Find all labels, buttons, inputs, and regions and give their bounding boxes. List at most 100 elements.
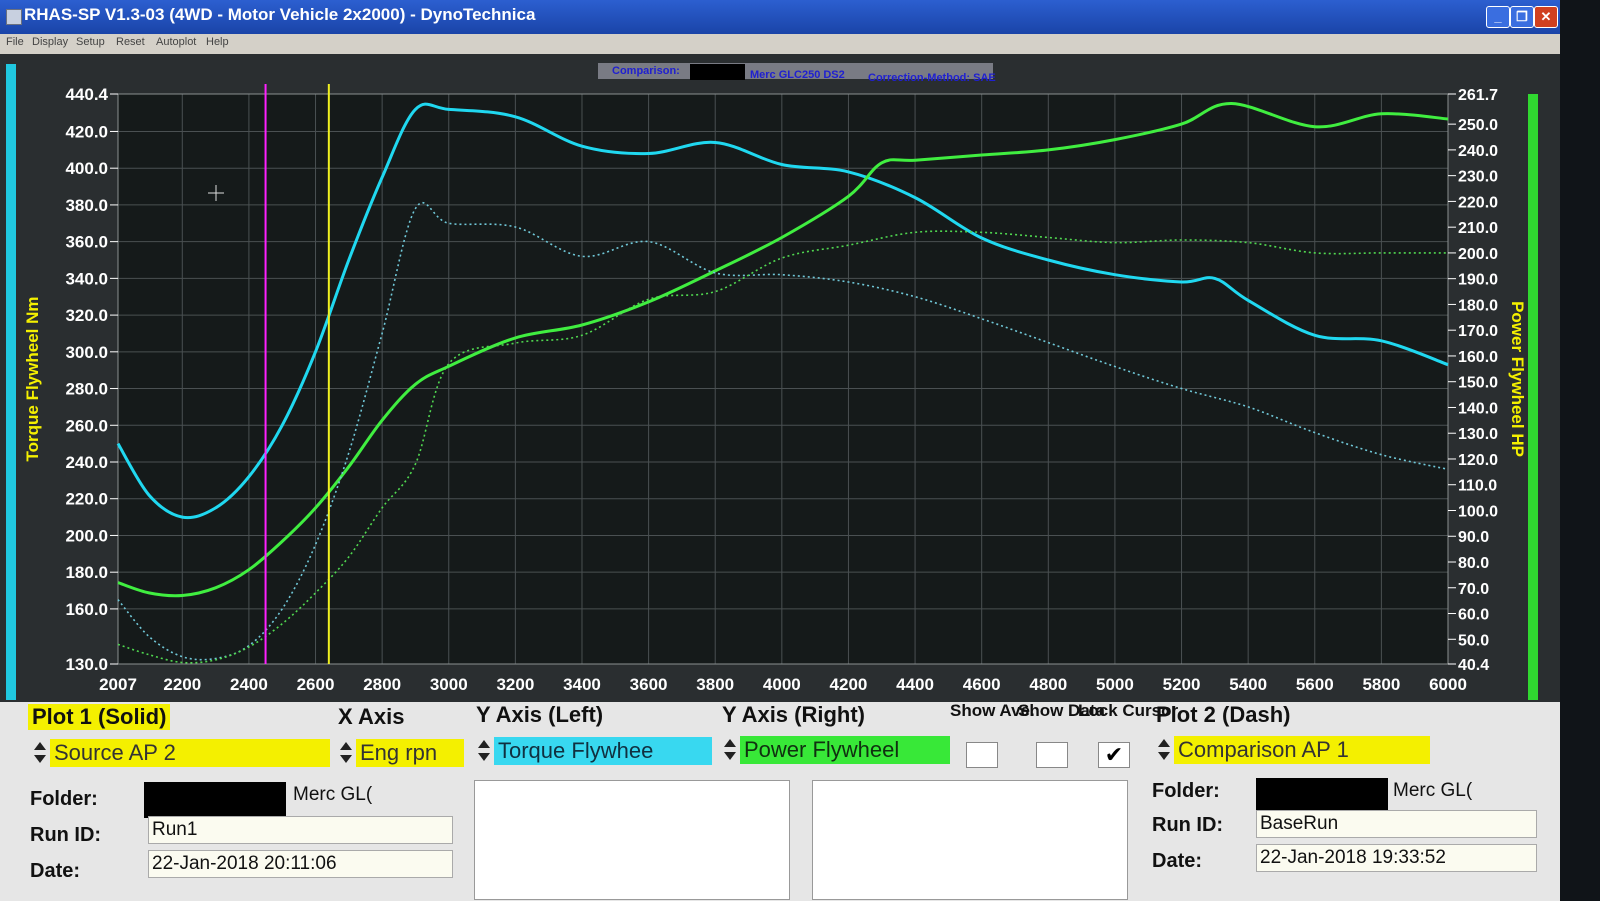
x-tick-label: 5000 <box>1096 675 1134 694</box>
x-tick-label: 4600 <box>963 675 1001 694</box>
y-left-tick-label: 280.0 <box>65 380 108 399</box>
x-tick-label: 5600 <box>1296 675 1334 694</box>
y-left-tick-label: 440.4 <box>65 85 108 104</box>
x-tick-label: 5400 <box>1229 675 1267 694</box>
plot1-folder-redaction <box>144 782 286 818</box>
lock-cursor-checkbox[interactable]: ✔ <box>1098 742 1130 768</box>
plot1-notes-box[interactable] <box>474 780 790 900</box>
y-right-tick-label: 110.0 <box>1458 478 1497 495</box>
title-bar: RHAS-SP V1.3-03 (4WD - Motor Vehicle 2x2… <box>0 0 1560 34</box>
y-left-tick-label: 220.0 <box>65 490 108 509</box>
x-tick-label: 3000 <box>430 675 468 694</box>
plot2-source-field[interactable]: Comparison AP 1 <box>1174 736 1430 764</box>
y-left-field[interactable]: Torque Flywhee <box>494 737 712 765</box>
screen: RHAS-SP V1.3-03 (4WD - Motor Vehicle 2x2… <box>0 0 1600 901</box>
y-left-tick-label: 130.0 <box>65 655 108 674</box>
y-right-tick-label: 250.0 <box>1458 117 1498 134</box>
x-tick-label: 3800 <box>696 675 734 694</box>
x-tick-label: 2007 <box>99 675 137 694</box>
y-right-field[interactable]: Power Flywheel <box>740 736 950 764</box>
x-tick-label: 4400 <box>896 675 934 694</box>
plot2-source-spinner[interactable] <box>1156 736 1172 764</box>
x-axis-spinner[interactable] <box>338 739 354 767</box>
plot1-run-id-label: Run ID: <box>30 824 102 846</box>
y-left-tick-label: 320.0 <box>65 306 108 325</box>
show-ave-label: Show Ave. <box>950 701 1035 720</box>
y-left-tick-label: 420.0 <box>65 122 108 141</box>
y-axis-left-title: Y Axis (Left) <box>476 702 604 727</box>
right-edge-strip <box>1528 94 1538 700</box>
x-tick-label: 2200 <box>163 675 201 694</box>
show-ave-checkbox[interactable] <box>966 742 998 768</box>
y-right-tick-label: 120.0 <box>1458 452 1498 469</box>
menu-help[interactable]: Help <box>206 36 229 48</box>
y-right-tick-label: 220.0 <box>1458 194 1498 211</box>
control-panel: Plot 1 (Solid) X Axis Y Axis (Left) Y Ax… <box>0 702 1560 901</box>
y-left-axis-title: Torque Flywheel Nm <box>23 297 42 462</box>
y-right-tick-label: 90.0 <box>1458 529 1489 546</box>
x-tick-label: 2400 <box>230 675 268 694</box>
y-right-tick-label: 40.4 <box>1458 657 1489 674</box>
x-tick-label: 4200 <box>830 675 868 694</box>
correction-method: Correction-Method: SAE <box>868 72 996 84</box>
close-button[interactable]: ✕ <box>1534 6 1558 28</box>
y-left-tick-label: 300.0 <box>65 343 108 362</box>
y-left-tick-label: 340.0 <box>65 269 108 288</box>
plot2-run-id-label: Run ID: <box>1152 814 1224 836</box>
menu-display[interactable]: Display <box>32 36 68 48</box>
y-left-tick-label: 400.0 <box>65 159 108 178</box>
dyno-chart[interactable]: Comparison: Merc GLC250 DS2 Correction-Met… <box>0 54 1560 702</box>
y-right-tick-label: 80.0 <box>1458 555 1489 572</box>
x-tick-label: 3600 <box>630 675 668 694</box>
menu-autoplot[interactable]: Autoplot <box>156 36 196 48</box>
y-left-tick-label: 360.0 <box>65 233 108 252</box>
x-tick-label: 4800 <box>1029 675 1067 694</box>
plot1-folder-value: Merc GL( <box>293 784 373 805</box>
menu-setup[interactable]: Setup <box>76 36 105 48</box>
plot2-folder-redaction <box>1256 778 1388 810</box>
y-right-tick-label: 210.0 <box>1458 220 1498 237</box>
menu-file[interactable]: File <box>6 36 24 48</box>
show-data-checkbox[interactable] <box>1036 742 1068 768</box>
x-tick-label: 4000 <box>763 675 801 694</box>
plot1-run-id-value[interactable]: Run1 <box>148 816 453 844</box>
maximize-button[interactable]: ❐ <box>1510 6 1534 28</box>
y-right-tick-label: 70.0 <box>1458 581 1489 598</box>
y-right-tick-label: 60.0 <box>1458 607 1489 624</box>
y-left-tick-label: 200.0 <box>65 526 108 545</box>
plot2-folder-label: Folder: <box>1152 780 1220 802</box>
minimize-button[interactable]: _ <box>1486 6 1510 28</box>
plot2-title: Plot 2 (Dash) <box>1156 702 1291 727</box>
y-left-tick-label: 180.0 <box>65 563 108 582</box>
left-edge-strip <box>6 64 16 700</box>
y-right-tick-label: 180.0 <box>1458 297 1498 314</box>
y-right-axis-title: Power Flywheel HP <box>1508 301 1527 457</box>
y-right-tick-label: 130.0 <box>1458 426 1498 443</box>
plot2-notes-box[interactable] <box>812 780 1128 900</box>
y-right-tick-label: 170.0 <box>1458 323 1498 340</box>
plot2-folder-value: Merc GL( <box>1393 780 1473 801</box>
plot2-date-value: 22-Jan-2018 19:33:52 <box>1256 844 1537 872</box>
y-right-tick-label: 50.0 <box>1458 632 1489 649</box>
x-tick-label: 2600 <box>297 675 335 694</box>
y-right-tick-label: 100.0 <box>1458 503 1498 520</box>
x-tick-label: 5800 <box>1362 675 1400 694</box>
y-right-tick-label: 190.0 <box>1458 272 1498 289</box>
comparison-redaction <box>690 64 745 80</box>
x-tick-label: 2800 <box>363 675 401 694</box>
x-axis-field[interactable]: Eng rpn <box>356 739 464 767</box>
app-icon <box>6 9 22 25</box>
y-left-spinner[interactable] <box>476 737 492 765</box>
y-right-spinner[interactable] <box>722 736 738 764</box>
plot1-date-label: Date: <box>30 860 81 882</box>
plot1-source-field[interactable]: Source AP 2 <box>50 739 330 767</box>
y-right-tick-label: 240.0 <box>1458 143 1498 160</box>
plot2-run-id-value[interactable]: BaseRun <box>1256 810 1537 838</box>
menu-reset[interactable]: Reset <box>116 36 145 48</box>
comparison-label: Comparison: <box>612 65 680 77</box>
y-left-tick-label: 240.0 <box>65 453 108 472</box>
x-tick-label: 3200 <box>496 675 534 694</box>
y-left-tick-label: 380.0 <box>65 196 108 215</box>
plot1-source-spinner[interactable] <box>32 739 48 767</box>
y-right-tick-label: 160.0 <box>1458 349 1498 366</box>
